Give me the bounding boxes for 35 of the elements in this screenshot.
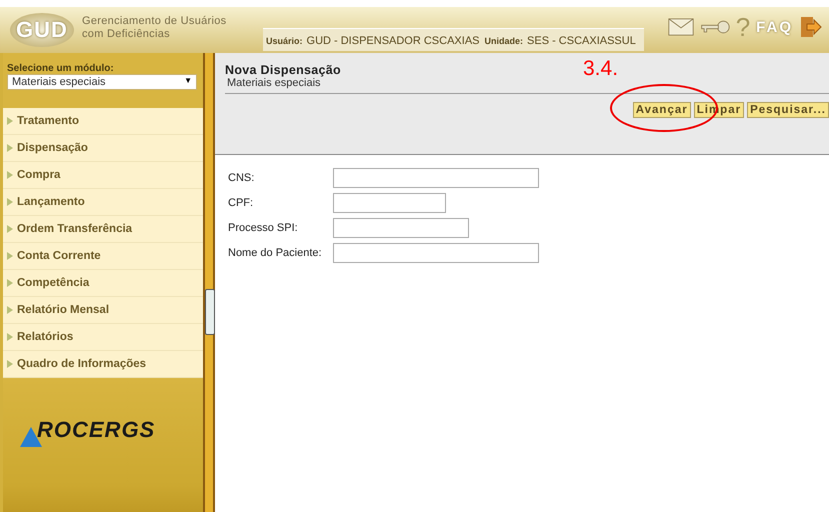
triangle-icon <box>7 117 13 125</box>
module-label: Selecione um módulo: <box>7 63 115 74</box>
page-title: Nova Dispensação <box>225 63 341 77</box>
input-field[interactable] <box>333 193 446 213</box>
app-name: Gerenciamento de Usuários <box>82 15 226 28</box>
triangle-icon <box>7 144 13 152</box>
app-name: com Deficiências <box>82 28 171 41</box>
annotation-number: 3.4. <box>583 57 618 81</box>
triangle-icon <box>7 225 13 233</box>
triangle-icon <box>7 306 13 314</box>
input-field[interactable] <box>333 218 469 238</box>
envelope-icon[interactable] <box>668 16 694 38</box>
field-label: Nome do Paciente: <box>228 247 323 259</box>
page-subtitle: Materiais especiais <box>227 77 321 91</box>
input-field[interactable] <box>333 243 539 263</box>
triangle-icon <box>7 333 13 341</box>
unit-label: Unidade: <box>484 36 524 46</box>
action-button[interactable]: Pesquisar... <box>747 102 829 118</box>
module-select[interactable]: Materiais especiais ▼ <box>7 74 197 90</box>
exit-icon[interactable] <box>799 15 823 39</box>
field-label: CPF: <box>228 197 254 209</box>
triangle-icon <box>7 360 13 368</box>
field-label: CNS: <box>228 172 256 184</box>
action-button[interactable]: Avançar <box>632 102 691 118</box>
triangle-icon <box>7 279 13 287</box>
app-logo: GUD <box>10 13 74 47</box>
input-field[interactable] <box>333 168 539 188</box>
field-label: Processo SPI: <box>228 222 299 234</box>
triangle-icon <box>7 252 13 260</box>
triangle-icon <box>7 198 13 206</box>
triangle-icon <box>7 171 13 179</box>
user-value: GUD - DISPENSADOR CSCAXIAS <box>306 35 480 47</box>
unit-value: SES - CSCAXIASSUL <box>527 35 636 47</box>
user-label: Usuário: <box>266 36 303 46</box>
collapse-handle[interactable] <box>205 289 215 335</box>
